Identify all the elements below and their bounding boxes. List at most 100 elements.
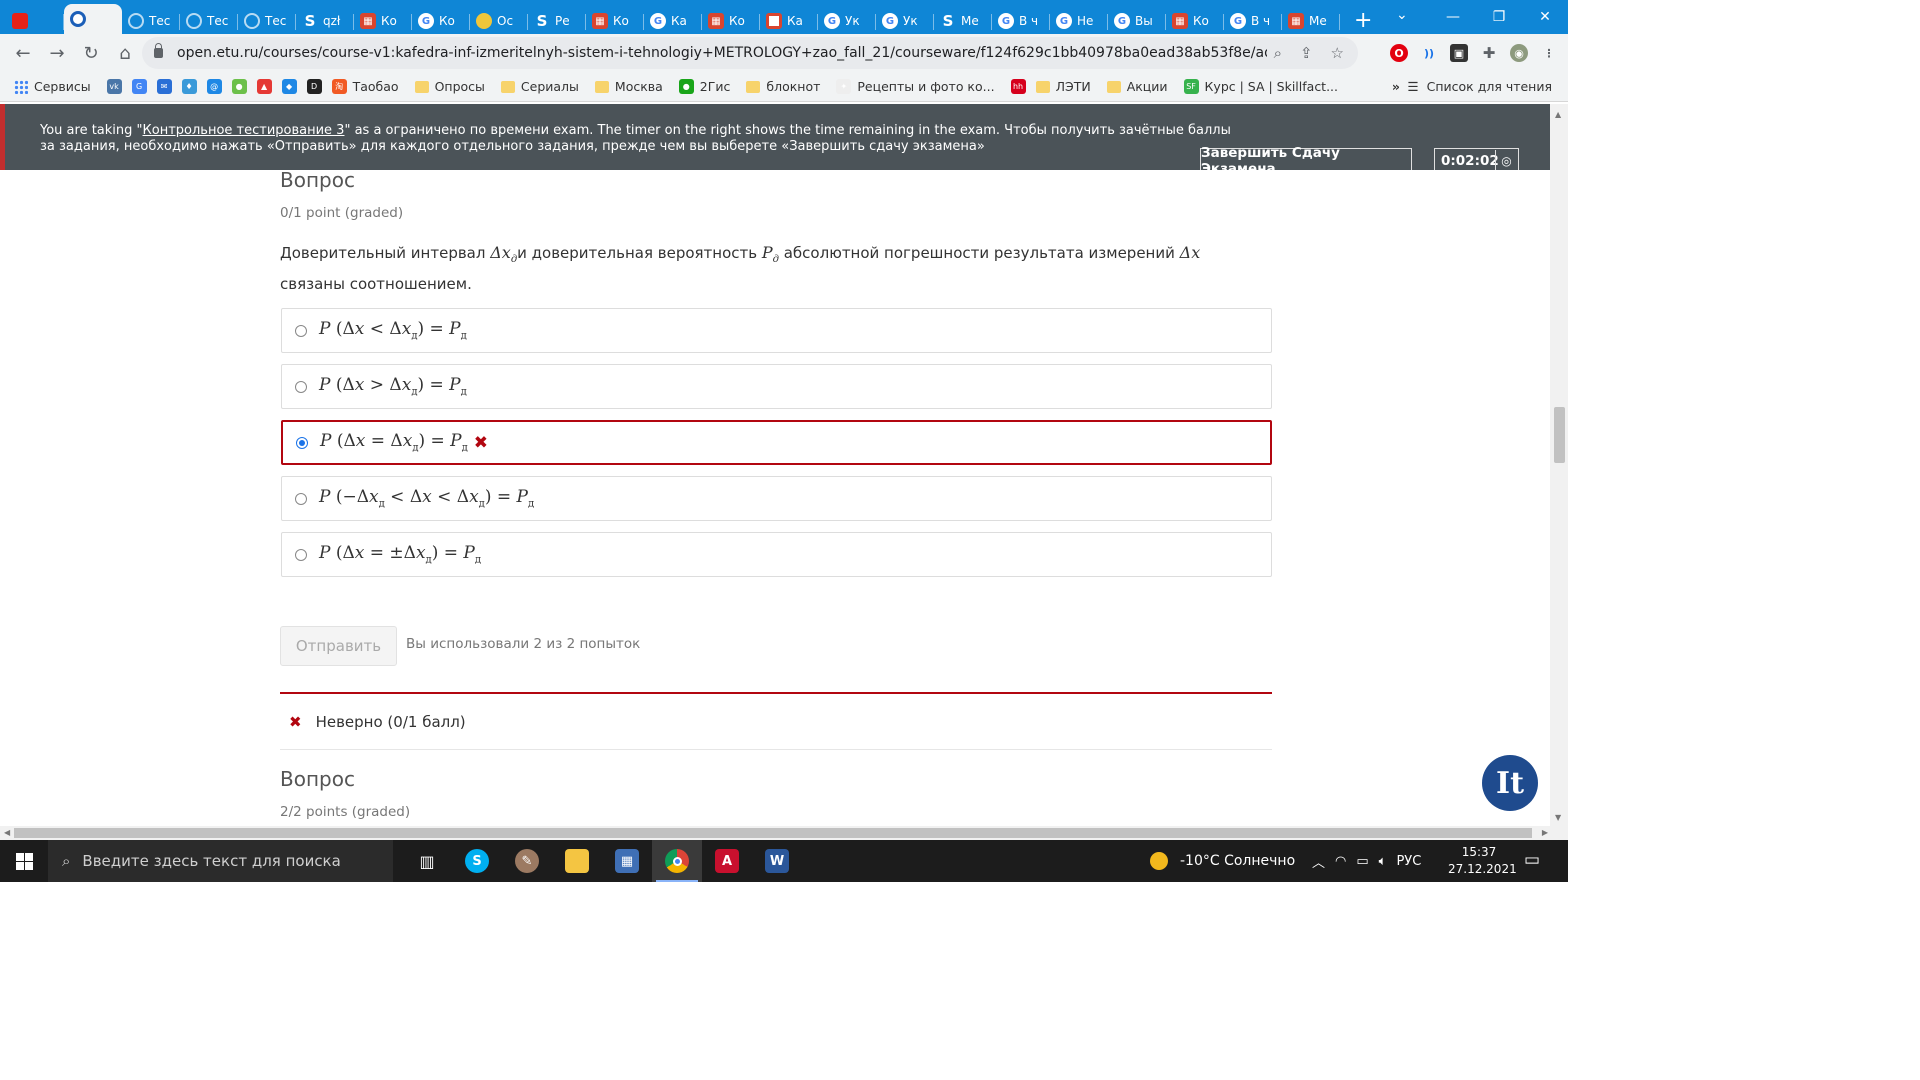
back-arrow-icon[interactable]: ← [6,36,40,70]
browser-tab[interactable]: Ос [470,8,528,34]
browser-tab[interactable]: Тес [122,8,180,34]
network-icon[interactable]: ◠ [1335,854,1346,869]
reload-icon[interactable]: ↻ [74,36,108,70]
bookmark-item[interactable]: ЛЭТИ [1035,79,1091,94]
answer-option[interactable]: P (Δx > Δxд) = Pд [281,364,1272,409]
skype-button[interactable]: S [452,840,502,882]
browser-tab[interactable] [64,4,122,34]
browser-tab[interactable]: GВ ч [992,8,1050,34]
browser-tab[interactable]: G Не [1050,8,1108,34]
close-window-icon[interactable]: ✕ [1522,0,1568,34]
bookmark-item[interactable]: D [306,79,322,94]
taskbar-search[interactable]: ⌕ Введите здесь текст для поиска [48,840,393,882]
browser-tab[interactable]: Ка [760,8,818,34]
bookmark-item[interactable]: ● [231,79,247,94]
word-button[interactable]: W [752,840,802,882]
horizontal-scrollbar[interactable]: ◀ ▶ [0,826,1568,840]
share-icon[interactable]: ⇪ [1300,44,1313,62]
browser-tab[interactable]: ▦ Ко [354,8,412,34]
opera-extension-icon[interactable]: O [1390,44,1408,62]
url-text[interactable]: open.etu.ru/courses/course-v1:kafedra-in… [177,45,1267,61]
bookmark-item[interactable]: ✉ [156,79,172,94]
bookmark-item[interactable]: блокнот [746,79,820,94]
answer-option[interactable]: P (−Δxд < Δx < Δxд) = Pд [281,476,1272,521]
vertical-scroll-thumb[interactable] [1554,407,1565,463]
vertical-scrollbar[interactable]: ▲ ▼ [1550,104,1568,826]
bookmark-item[interactable]: Акции [1106,79,1168,94]
start-button[interactable] [0,840,48,882]
bookmark-item[interactable]: ✦ Рецепты и фото ко... [836,79,995,94]
bookmark-item[interactable]: Сериалы [500,79,579,94]
browser-tab[interactable]: ▦ Ме [1282,8,1340,34]
bookmark-item[interactable]: @ [206,79,222,94]
browser-tab[interactable]: Тес [238,8,296,34]
answer-option[interactable]: P (Δx = Δxд) = Pд ✖ [281,420,1272,465]
browser-tab[interactable]: Тес [180,8,238,34]
answer-option[interactable]: P (Δx < Δxд) = Pд [281,308,1272,353]
bookmark-item[interactable]: Опросы [414,79,485,94]
more-bookmarks-chevron[interactable]: » [1392,79,1400,94]
profile-avatar[interactable]: ◉ [1510,44,1528,62]
browser-tab[interactable]: ▦ Ко [586,8,644,34]
finish-exam-button[interactable]: Завершить Сдачу Экзамена [1200,145,1412,177]
bookmark-item[interactable]: ◆ [281,79,297,94]
tray-chevron-icon[interactable]: ︿ [1312,852,1325,871]
calculator-button[interactable]: ▦ [602,840,652,882]
bookmark-item[interactable]: ● 2Гис [678,79,730,94]
weather-widget[interactable]: -10°C Солнечно [1150,840,1295,882]
tab-search-chevron-icon[interactable]: ⌄ [1396,7,1408,23]
extensions-puzzle-icon[interactable]: ✚ [1480,44,1498,62]
browser-tab[interactable]: G Ка [644,8,702,34]
browser-tab[interactable]: S Ре [528,8,586,34]
radio-button[interactable] [295,324,307,337]
bookmark-item[interactable]: vk [106,79,122,94]
browser-tab[interactable]: ▦ Ко [702,8,760,34]
radio-button[interactable] [295,548,307,561]
language-indicator[interactable]: РУС [1396,854,1421,869]
explorer-button[interactable] [552,840,602,882]
radio-button[interactable] [296,436,308,449]
maximize-icon[interactable]: ❐ [1476,0,1522,34]
scroll-left-arrow-icon[interactable]: ◀ [4,828,10,837]
acrobat-button[interactable]: A [702,840,752,882]
scroll-right-arrow-icon[interactable]: ▶ [1542,828,1548,837]
bookmark-item[interactable]: SF Курс | SA | Skillfact... [1183,79,1338,94]
radio-button[interactable] [295,380,307,393]
scroll-down-arrow-icon[interactable]: ▼ [1555,813,1561,822]
browser-tab[interactable]: GВ ч [1224,8,1282,34]
notifications-icon[interactable]: ▭ [1524,850,1540,870]
it-badge-logo[interactable]: It [1482,755,1538,811]
radio-button[interactable] [295,492,307,505]
bookmark-star-icon[interactable]: ☆ [1331,44,1344,62]
zoom-icon[interactable]: ⌕ [1274,44,1282,62]
bookmark-item[interactable]: ▲ [256,79,272,94]
translate-extension-icon[interactable]: )) [1420,44,1438,62]
cube-extension-icon[interactable]: ▣ [1450,44,1468,62]
reading-list-button[interactable]: ☰ Список для чтения [1407,79,1552,94]
bookmark-item[interactable]: hh [1010,79,1026,94]
volume-icon[interactable]: 🔈︎ [1379,854,1387,869]
browser-tab[interactable] [6,8,64,34]
horizontal-scroll-thumb[interactable] [14,828,1532,838]
browser-tab[interactable]: ▦ Ко [1166,8,1224,34]
scroll-up-arrow-icon[interactable]: ▲ [1555,110,1561,119]
browser-tab[interactable]: S Ме [934,8,992,34]
answer-option[interactable]: P (Δx = ±Δxд) = Pд [281,532,1272,577]
paint-button[interactable]: ✎ [502,840,552,882]
browser-tab[interactable]: G Ко [412,8,470,34]
lock-icon[interactable] [154,43,163,58]
forward-arrow-icon[interactable]: → [40,36,74,70]
clock[interactable]: 15:37 27.12.2021 [1448,844,1517,878]
new-tab-plus-icon[interactable]: + [1354,8,1372,34]
submit-button[interactable]: Отправить [280,626,397,666]
browser-tab[interactable]: Sqzł [296,8,354,34]
browser-tab[interactable]: G Ук [876,8,934,34]
exam-link[interactable]: Контрольное тестирование 3 [143,123,345,138]
bookmark-item[interactable]: Москва [594,79,663,94]
hide-timer-eye-icon[interactable]: ◎ [1495,149,1517,172]
chrome-button[interactable] [652,840,702,882]
bookmark-item[interactable]: 淘 Таобао [331,79,399,94]
battery-icon[interactable]: ▭ [1356,854,1368,869]
home-icon[interactable]: ⌂ [108,36,142,70]
address-bar[interactable]: open.etu.ru/courses/course-v1:kafedra-in… [142,37,1358,69]
